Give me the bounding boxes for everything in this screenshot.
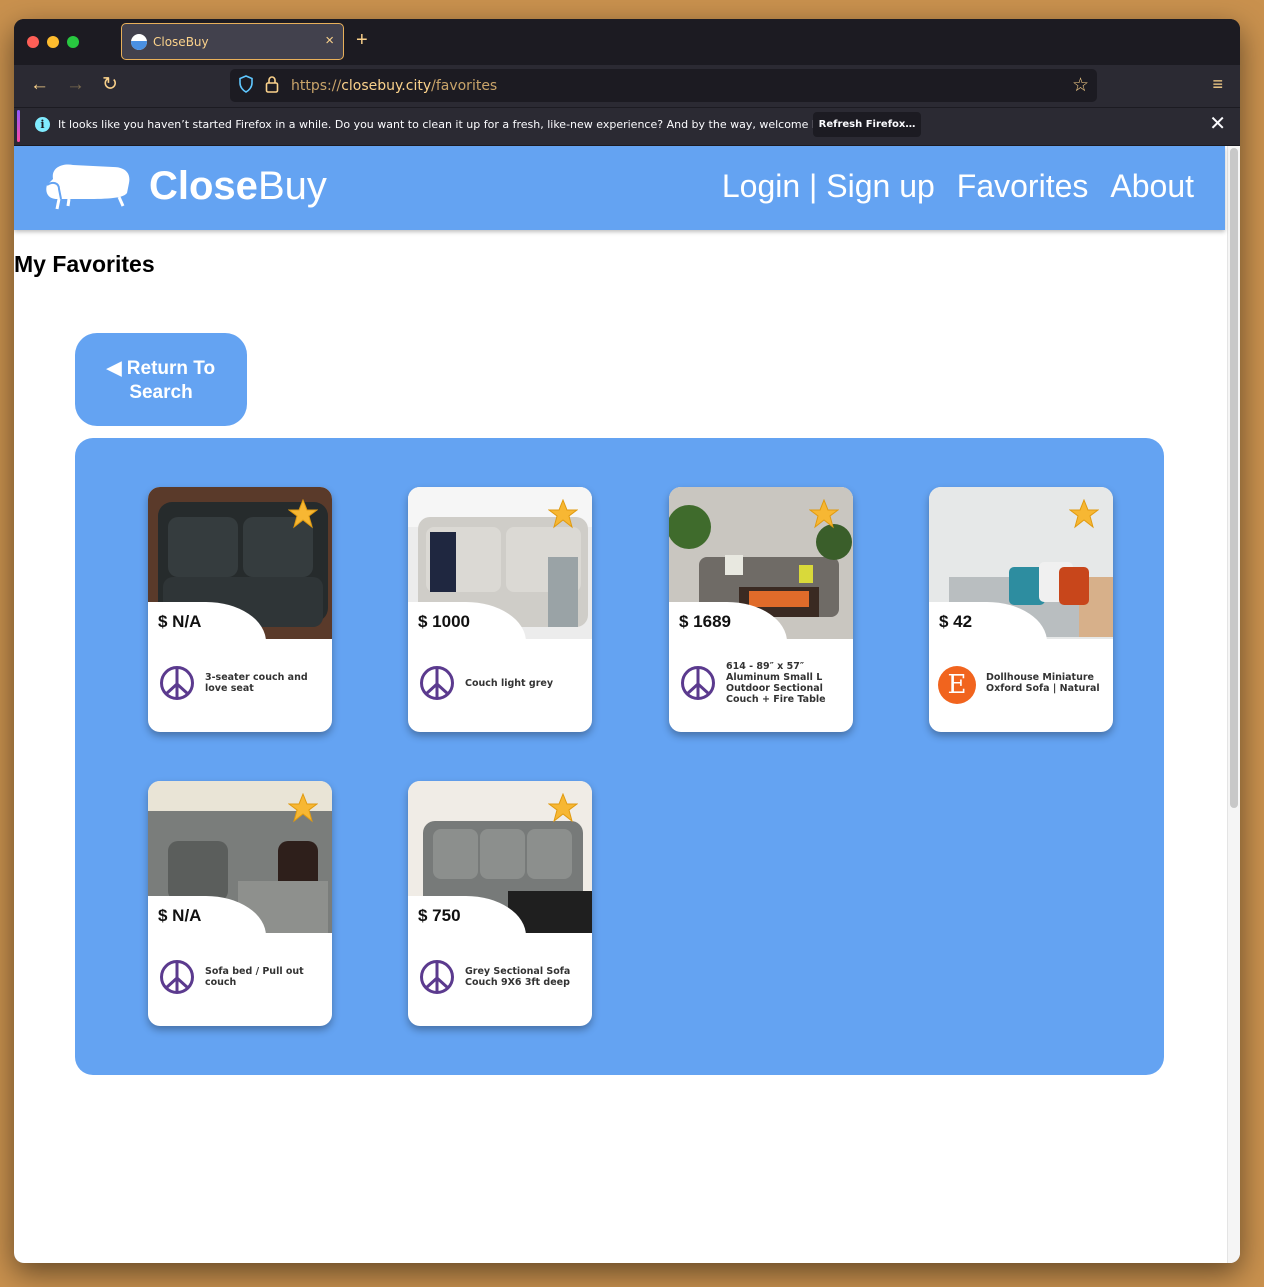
product-price: $ 1000 — [418, 612, 470, 631]
brand-name[interactable]: CloseBuy — [149, 164, 327, 209]
etsy-icon: E — [938, 666, 976, 704]
close-window-button[interactable] — [27, 36, 39, 48]
nav-about[interactable]: About — [1110, 168, 1194, 205]
url-text[interactable]: https://closebuy.city/favorites — [291, 78, 497, 94]
craigslist-peace-icon — [160, 960, 194, 994]
brand-bold: Close — [149, 164, 258, 208]
sofa-logo-icon[interactable] — [43, 159, 131, 211]
favicon-icon — [131, 34, 147, 50]
minimize-window-button[interactable] — [47, 36, 59, 48]
favorite-card[interactable]: $ N/A 3-seater couch and love seat — [148, 487, 332, 732]
favorites-panel: $ N/A 3-seater couch and love seat $ 1000 C… — [75, 438, 1164, 1075]
craigslist-peace-icon — [681, 666, 715, 700]
craigslist-peace-icon — [420, 666, 454, 700]
favorite-star-icon[interactable] — [288, 499, 318, 529]
favorite-star-icon[interactable] — [548, 499, 578, 529]
site-nav: Login | Sign up Favorites About — [722, 168, 1194, 205]
tab-close-icon[interactable]: × — [325, 32, 334, 49]
url-scheme: https:// — [291, 78, 342, 94]
product-price: $ N/A — [158, 906, 202, 925]
refresh-firefox-button[interactable]: Refresh Firefox… — [813, 112, 921, 137]
return-to-search-label: ◀ Return To Search — [106, 358, 216, 403]
tab-closebuy[interactable]: CloseBuy × — [121, 23, 344, 60]
nav-favorites[interactable]: Favorites — [957, 168, 1089, 205]
product-title[interactable]: Sofa bed / Pull out couch — [205, 966, 325, 988]
page-content: CloseBuy Login | Sign up Favorites About… — [14, 146, 1240, 1263]
product-title[interactable]: Couch light grey — [465, 678, 585, 689]
url-path: /favorites — [431, 78, 498, 94]
hamburger-menu-icon[interactable]: ≡ — [1212, 74, 1223, 95]
notification-bar: i It looks like you haven’t started Fire… — [14, 107, 1240, 145]
notification-accent — [17, 110, 20, 142]
product-price: $ 42 — [939, 612, 973, 631]
back-arrow-icon[interactable]: ← — [30, 74, 49, 96]
favorite-card[interactable]: $ 1000 Couch light grey — [408, 487, 592, 732]
product-price: $ 750 — [418, 906, 461, 925]
favorite-star-icon[interactable] — [548, 793, 578, 823]
craigslist-peace-icon — [160, 666, 194, 700]
favorite-card[interactable]: $ N/A Sofa bed / Pull out couch — [148, 781, 332, 1026]
favorite-star-icon[interactable] — [809, 499, 839, 529]
tab-bar: CloseBuy × + — [14, 19, 1240, 65]
product-title[interactable]: 614 - 89″ x 57″ Aluminum Small L Outdoor… — [726, 661, 846, 705]
reload-icon[interactable]: ↻ — [102, 74, 118, 96]
page-title: My Favorites — [14, 251, 155, 277]
url-host: closebuy.city — [341, 78, 432, 94]
product-title[interactable]: 3-seater couch and love seat — [205, 672, 325, 694]
shield-icon[interactable] — [239, 75, 253, 93]
tab-title: CloseBuy — [153, 35, 209, 49]
favorite-card[interactable]: $ 42 E Dollhouse Miniature Oxford Sofa | N… — [929, 487, 1113, 732]
favorite-card[interactable]: $ 1689 614 - 89″ x 57″ Aluminum Small L O… — [669, 487, 853, 732]
notification-text: It looks like you haven’t started Firefo… — [58, 118, 843, 131]
favorite-star-icon[interactable] — [288, 793, 318, 823]
site-header: CloseBuy Login | Sign up Favorites About — [14, 146, 1225, 230]
product-title[interactable]: Grey Sectional Sofa Couch 9X6 3ft deep — [465, 966, 585, 988]
favorite-card[interactable]: $ 750 Grey Sectional Sofa Couch 9X6 3ft d… — [408, 781, 592, 1026]
scrollbar-track[interactable] — [1227, 146, 1240, 1263]
info-icon: i — [35, 117, 50, 132]
favorite-star-icon[interactable] — [1069, 499, 1099, 529]
craigslist-peace-icon — [420, 960, 454, 994]
brand-light: Buy — [257, 164, 327, 208]
maximize-window-button[interactable] — [67, 36, 79, 48]
forward-arrow-icon[interactable]: → — [66, 74, 85, 96]
product-price: $ N/A — [158, 612, 202, 631]
scrollbar-thumb[interactable] — [1230, 148, 1238, 808]
browser-window: CloseBuy × + ← → ↻ https://closebuy.city… — [14, 19, 1240, 1263]
new-tab-button[interactable]: + — [356, 30, 368, 50]
navigation-toolbar: ← → ↻ https://closebuy.city/favorites ☆ … — [14, 65, 1240, 107]
close-icon[interactable]: ✕ — [1209, 113, 1226, 135]
product-title[interactable]: Dollhouse Miniature Oxford Sofa | Natura… — [986, 672, 1106, 694]
nav-login-signup[interactable]: Login | Sign up — [722, 168, 935, 205]
bookmark-star-icon[interactable]: ☆ — [1072, 74, 1089, 97]
url-bar[interactable]: https://closebuy.city/favorites ☆ — [230, 69, 1097, 102]
return-to-search-button[interactable]: ◀ Return To Search — [75, 333, 247, 426]
lock-icon[interactable] — [265, 75, 279, 93]
product-price: $ 1689 — [679, 612, 731, 631]
